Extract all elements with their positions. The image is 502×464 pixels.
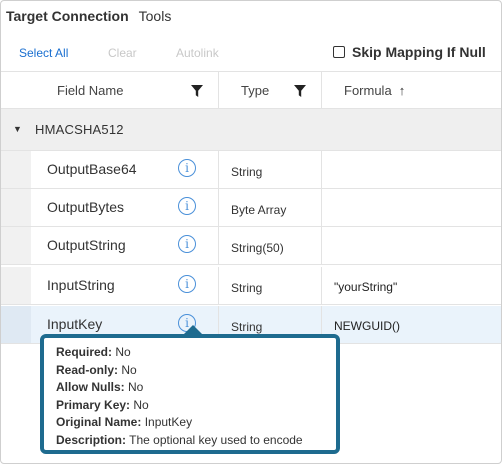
sort-ascending-icon[interactable]: ↑ [399, 83, 406, 98]
toolbar: Select All Clear Autolink Skip Mapping I… [1, 39, 501, 67]
table-row[interactable]: OutputString i String(50) [1, 227, 501, 265]
formula-cell[interactable]: NEWGUID() [334, 319, 400, 333]
column-divider [321, 72, 322, 108]
column-divider [321, 227, 322, 264]
menu-tools[interactable]: Tools [139, 8, 172, 24]
type-cell: String [231, 281, 263, 295]
column-divider [218, 227, 219, 264]
menu-target-connection[interactable]: Target Connection [6, 8, 129, 24]
tooltip-readonly: Read-only: No [56, 362, 137, 377]
row-gutter [1, 267, 31, 304]
column-header-formula[interactable]: Formula ↑ [344, 72, 405, 108]
formula-cell[interactable]: "yourString" [334, 280, 397, 294]
target-connection-panel: Target Connection Tools Select All Clear… [0, 0, 502, 464]
column-divider [218, 267, 219, 304]
skip-mapping-toggle[interactable]: Skip Mapping If Null [333, 44, 486, 60]
field-name-cell: OutputBase64 [47, 161, 137, 177]
field-info-tooltip: Required: No Read-only: No Allow Nulls: … [40, 325, 340, 454]
menu-bar: Target Connection Tools [1, 1, 501, 31]
tooltip-required: Required: No [56, 345, 131, 359]
row-gutter [1, 151, 31, 188]
type-cell: String(50) [231, 241, 284, 255]
type-cell: Byte Array [231, 203, 287, 217]
column-divider [218, 189, 219, 226]
autolink-button[interactable]: Autolink [176, 46, 219, 60]
table-row[interactable]: OutputBytes i Byte Array [1, 189, 501, 227]
column-divider [321, 189, 322, 226]
filter-icon[interactable] [191, 85, 203, 97]
skip-mapping-label: Skip Mapping If Null [352, 44, 486, 60]
column-header-formula-label: Formula [344, 82, 392, 98]
row-gutter [1, 227, 31, 264]
column-divider [218, 151, 219, 188]
type-cell: String [231, 320, 263, 334]
tooltip-description: Description: The optional key used to en… [56, 432, 303, 447]
field-name-cell: InputKey [47, 316, 103, 332]
info-icon[interactable]: i [178, 235, 196, 253]
column-divider [218, 72, 219, 108]
group-name: HMACSHA512 [35, 122, 124, 137]
tooltip-allow-nulls: Allow Nulls: No [56, 380, 144, 394]
clear-button[interactable]: Clear [108, 46, 137, 60]
skip-mapping-checkbox[interactable] [333, 46, 345, 58]
group-row-hmacsha512[interactable]: ▼ HMACSHA512 [1, 109, 501, 151]
table-row[interactable]: OutputBase64 i String [1, 151, 501, 189]
table-row[interactable]: InputString i String "yourString" [1, 267, 501, 305]
info-icon[interactable]: i [178, 159, 196, 177]
field-name-cell: InputString [47, 277, 115, 293]
tooltip-original-name: Original Name: InputKey [56, 415, 193, 429]
tooltip-primary-key: Primary Key: No [56, 397, 149, 412]
info-icon[interactable]: i [178, 197, 196, 215]
info-icon[interactable]: i [178, 275, 196, 293]
row-gutter [1, 189, 31, 226]
field-name-cell: OutputString [47, 237, 126, 253]
column-divider [321, 151, 322, 188]
collapse-caret-icon[interactable]: ▼ [13, 124, 22, 134]
column-divider [321, 267, 322, 304]
select-all-button[interactable]: Select All [19, 46, 68, 60]
column-header-type[interactable]: Type [241, 72, 269, 108]
table-header: Field Name Type Formula ↑ [1, 71, 501, 109]
filter-icon[interactable] [294, 85, 306, 97]
column-header-field-name[interactable]: Field Name [57, 72, 123, 108]
type-cell: String [231, 165, 263, 179]
row-gutter [1, 306, 31, 343]
field-name-cell: OutputBytes [47, 199, 125, 215]
tooltip-arrow [184, 325, 202, 334]
